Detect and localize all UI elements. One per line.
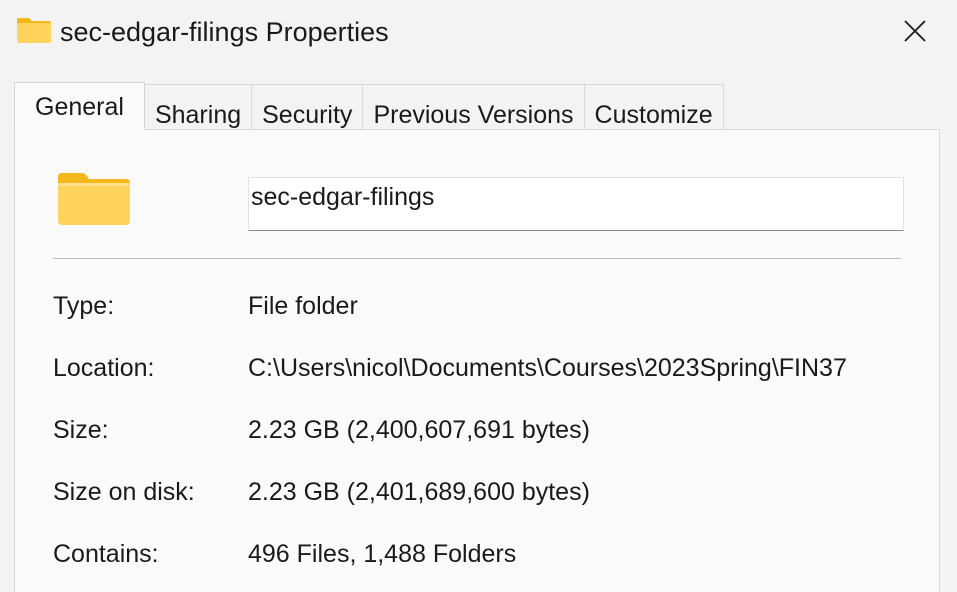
folder-icon [17, 18, 51, 43]
window-title: sec-edgar-filings Properties [60, 17, 389, 47]
type-value: File folder [248, 292, 358, 320]
contains-label: Contains: [53, 540, 159, 568]
tab-previous-versions[interactable]: Previous Versions [362, 84, 585, 130]
contains-row: Contains: 496 Files, 1,488 Folders [53, 536, 933, 572]
tab-security[interactable]: Security [251, 84, 364, 130]
divider [53, 258, 901, 259]
folder-name-input[interactable] [248, 177, 904, 231]
size-row: Size: 2.23 GB (2,400,607,691 bytes) [53, 412, 933, 448]
location-value: C:\Users\nicol\Documents\Courses\2023Spr… [248, 354, 847, 382]
size-value: 2.23 GB (2,400,607,691 bytes) [248, 416, 590, 444]
type-label: Type: [53, 292, 115, 320]
folder-icon [58, 173, 130, 225]
close-icon [904, 20, 926, 42]
tab-customize[interactable]: Customize [583, 84, 724, 130]
size-on-disk-label: Size on disk: [53, 478, 195, 506]
tab-general[interactable]: General [14, 82, 145, 130]
size-on-disk-row: Size on disk: 2.23 GB (2,401,689,600 byt… [53, 474, 933, 510]
location-row: Location: C:\Users\nicol\Documents\Cours… [53, 350, 933, 386]
size-label: Size: [53, 416, 109, 444]
general-tab-panel: Type: File folder Location: C:\Users\nic… [14, 129, 940, 592]
properties-dialog: sec-edgar-filings Properties General Sha… [0, 0, 957, 592]
contains-value: 496 Files, 1,488 Folders [248, 540, 517, 568]
location-label: Location: [53, 354, 155, 382]
size-on-disk-value: 2.23 GB (2,401,689,600 bytes) [248, 478, 590, 506]
tab-strip: General Sharing Security Previous Versio… [14, 82, 724, 130]
tab-sharing[interactable]: Sharing [143, 84, 253, 130]
type-row: Type: File folder [53, 288, 933, 324]
title-bar[interactable]: sec-edgar-filings Properties [0, 0, 957, 66]
close-button[interactable] [873, 0, 957, 62]
